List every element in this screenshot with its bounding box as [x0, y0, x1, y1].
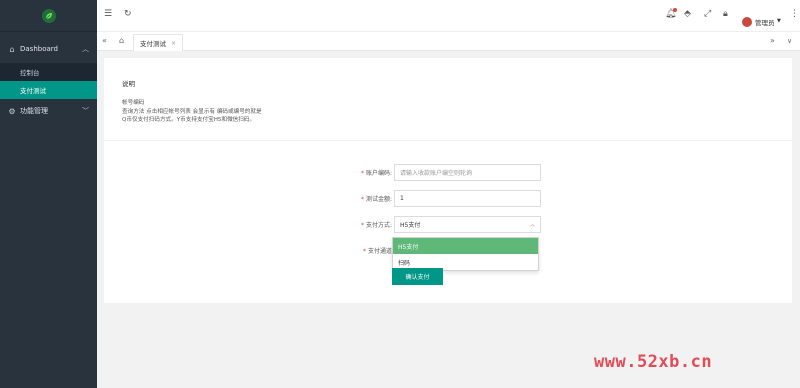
gear-icon: ⚙	[8, 106, 16, 116]
amount-label: 测试金额:	[365, 196, 392, 203]
tag-icon[interactable]: ⬘	[684, 9, 691, 19]
chevron-down-icon: ﹀	[82, 107, 89, 115]
description-line: Q币仅支付扫码方式。Y币支持支付宝H5和微信扫码。	[122, 117, 256, 123]
method-label: 支付方式:	[365, 222, 392, 229]
method-select-value: H5支付	[400, 222, 421, 229]
tabs-scroll-right-icon[interactable]: »	[770, 36, 775, 45]
logo	[0, 0, 97, 32]
fullscreen-icon[interactable]: ⤢	[704, 9, 711, 19]
sidebar-item-label: 控制台	[20, 69, 40, 77]
sidebar-group-features[interactable]: ⚙ 功能管理 ﹀	[0, 97, 97, 125]
more-vertical-icon[interactable]: ⋮	[790, 9, 799, 19]
description: 帐号编码 查询方法 点击相应帐号列表 会显示有 编码或编号的就是 Q币仅支付扫码…	[122, 99, 262, 125]
tab-bar: « ⌂ 支付测试 × » ∨	[97, 32, 800, 51]
confirm-payment-button[interactable]: 确认支付	[392, 268, 443, 285]
refresh-icon[interactable]: ↻	[124, 9, 132, 19]
tabs-scroll-left-icon[interactable]: «	[102, 36, 107, 45]
divider	[104, 140, 792, 141]
chevron-up-icon: ︿	[82, 45, 89, 53]
avatar[interactable]	[742, 17, 752, 27]
channel-row: * 支付通道	[344, 242, 392, 259]
sidebar: ⌂ Dashboard ︿ 控制台 支付测试 ⚙ 功能管理 ﹀	[0, 0, 97, 388]
amount-input[interactable]: 1	[394, 190, 541, 207]
account-row: * 账户编码: 请输入收款账户编空则轮询	[344, 164, 541, 181]
close-icon[interactable]: ×	[171, 40, 176, 47]
method-select[interactable]: H5支付 ︿	[394, 216, 541, 233]
method-row: * 支付方式: H5支付 ︿	[344, 216, 541, 233]
required-mark: *	[362, 248, 366, 255]
required-mark: *	[360, 196, 364, 203]
channel-label: 支付通道	[367, 248, 392, 255]
chevron-up-icon: ︿	[529, 222, 535, 228]
home-icon: ⌂	[9, 44, 15, 54]
card-title: 说明	[122, 80, 135, 88]
lock-icon[interactable]: 🔒︎	[723, 9, 728, 19]
required-mark: *	[360, 170, 364, 177]
sidebar-group-label: Dashboard	[20, 45, 58, 53]
leaf-logo-icon	[41, 8, 56, 23]
watermark-text: www.52xb.cn	[594, 352, 713, 372]
amount-row: * 测试金额: 1	[344, 190, 541, 207]
sidebar-group-dashboard[interactable]: ⌂ Dashboard ︿	[0, 35, 97, 63]
menu-toggle-icon[interactable]: ☰	[104, 9, 112, 19]
top-bar: ☰ ↻ 🔔︎ ⬘ ⤢ 🔒︎ 管理员 ▼ ⋮	[97, 0, 800, 32]
required-mark: *	[360, 222, 364, 229]
account-input[interactable]: 请输入收款账户编空则轮询	[394, 164, 541, 181]
tab-label: 支付测试	[140, 40, 166, 48]
account-label: 账户编码:	[365, 170, 392, 177]
home-tab-icon[interactable]: ⌂	[119, 36, 124, 45]
dropdown-option-h5[interactable]: H5支付	[393, 238, 538, 254]
caret-down-icon[interactable]: ▼	[777, 18, 781, 24]
sidebar-item-console[interactable]: 控制台	[0, 63, 97, 81]
tab-payment-test[interactable]: 支付测试 ×	[133, 34, 184, 51]
app-root: ⌂ Dashboard ︿ 控制台 支付测试 ⚙ 功能管理 ﹀ ☰ ↻ 🔔︎ ⬘…	[0, 0, 800, 388]
sidebar-item-label: 支付测试	[20, 87, 46, 95]
method-dropdown: H5支付 扫码	[392, 237, 539, 271]
notification-dot	[673, 8, 677, 12]
tabs-menu-chevron-icon[interactable]: ∨	[787, 37, 792, 45]
username[interactable]: 管理员	[755, 17, 775, 27]
sidebar-group-label: 功能管理	[20, 107, 48, 115]
description-line: 帐号编码	[122, 100, 145, 106]
description-line: 查询方法 点击相应帐号列表 会显示有 编码或编号的就是	[122, 108, 262, 115]
